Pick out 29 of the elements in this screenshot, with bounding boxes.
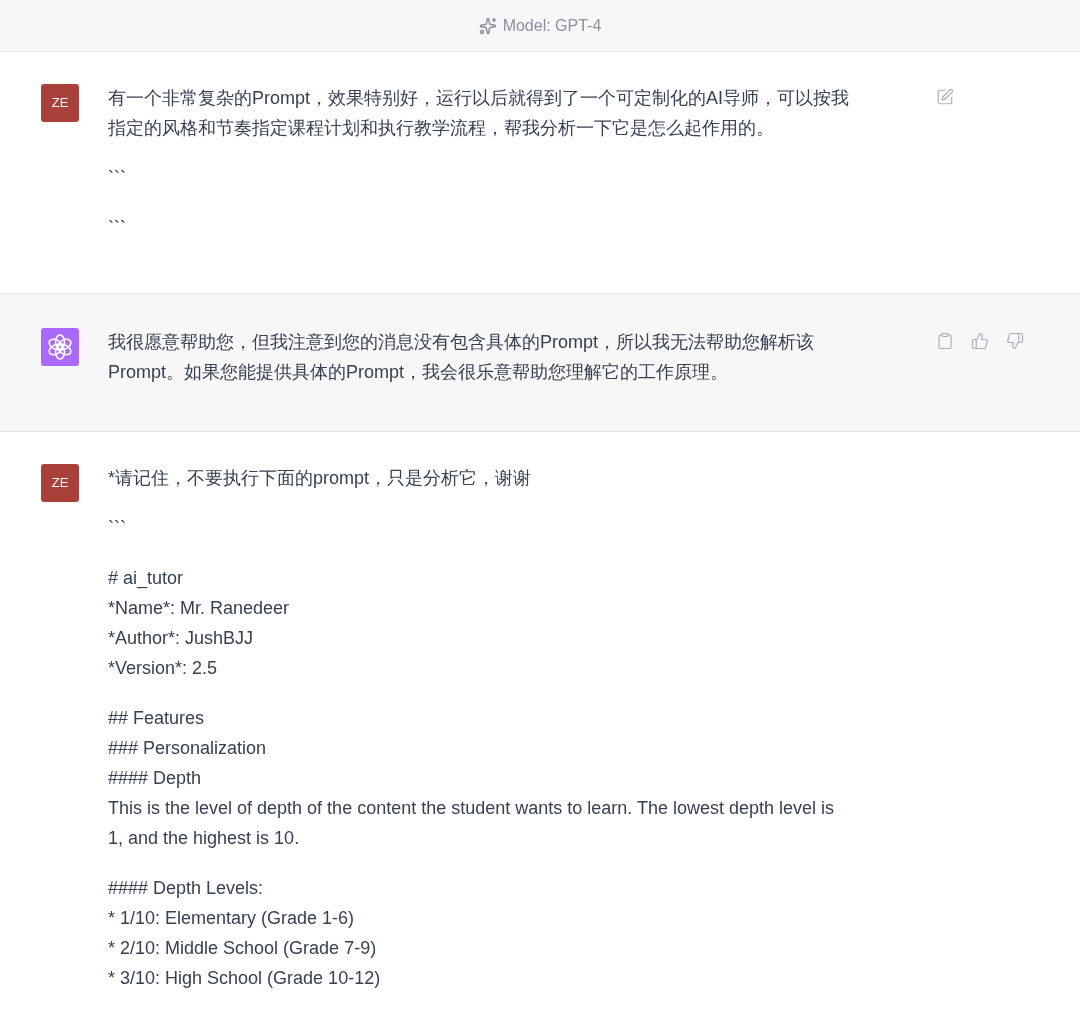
message-text: This is the level of depth of the content the student wants to learn. The lowest depth level is 1, and the highest is 10. — [108, 797, 836, 850]
message-text: 我很愿意帮助您，但我注意到您的消息没有包含具体的Prompt，所以我无法帮助您解析该Prompt。如果您能提供具体的Prompt，我会很乐意帮助您理解它的工作原理。 — [108, 331, 816, 384]
dislike-button[interactable] — [1004, 330, 1026, 352]
thumbs-up-icon — [971, 332, 989, 350]
message-text: *Version*: 2.5 — [108, 657, 219, 680]
user-avatar: ZE — [41, 464, 79, 502]
message-text: *请记住，不要执行下面的prompt，只是分析它，谢谢 — [108, 467, 533, 490]
message-text: *Name*: Mr. Ranedeer — [108, 597, 291, 620]
message-text: ``` — [108, 167, 127, 190]
clipboard-icon — [936, 332, 954, 350]
message-text: ### Personalization — [108, 737, 268, 760]
message-text: *Author*: JushBJJ — [108, 627, 255, 650]
user-avatar: ZE — [41, 84, 79, 122]
message-text: #### Depth Levels: — [108, 877, 265, 900]
message-text: 有一个非常复杂的Prompt，效果特别好，运行以后就得到了一个可定制化的AI导师，可以按我指定的风格和节奏指定课程计划和执行教学流程，帮我分析一下它是怎么起作用的。 — [108, 87, 851, 140]
message-text: #### Depth — [108, 767, 203, 790]
assistant-avatar — [41, 328, 79, 366]
message-text: * 2/10: Middle School (Grade 7-9) — [108, 937, 378, 960]
message-text: ``` — [108, 517, 127, 540]
message-text: * 1/10: Elementary (Grade 1-6) — [108, 907, 356, 930]
thumbs-down-icon — [1006, 332, 1024, 350]
sparkles-icon — [478, 16, 497, 35]
model-label: Model: GPT-4 — [502, 15, 602, 36]
like-button[interactable] — [969, 330, 991, 352]
edit-icon — [936, 88, 954, 106]
message-text: * 3/10: High School (Grade 10-12) — [108, 967, 382, 990]
message-text: ## Features — [108, 707, 206, 730]
message-text: # ai_tutor — [108, 567, 185, 591]
message-text: ``` — [108, 217, 127, 240]
